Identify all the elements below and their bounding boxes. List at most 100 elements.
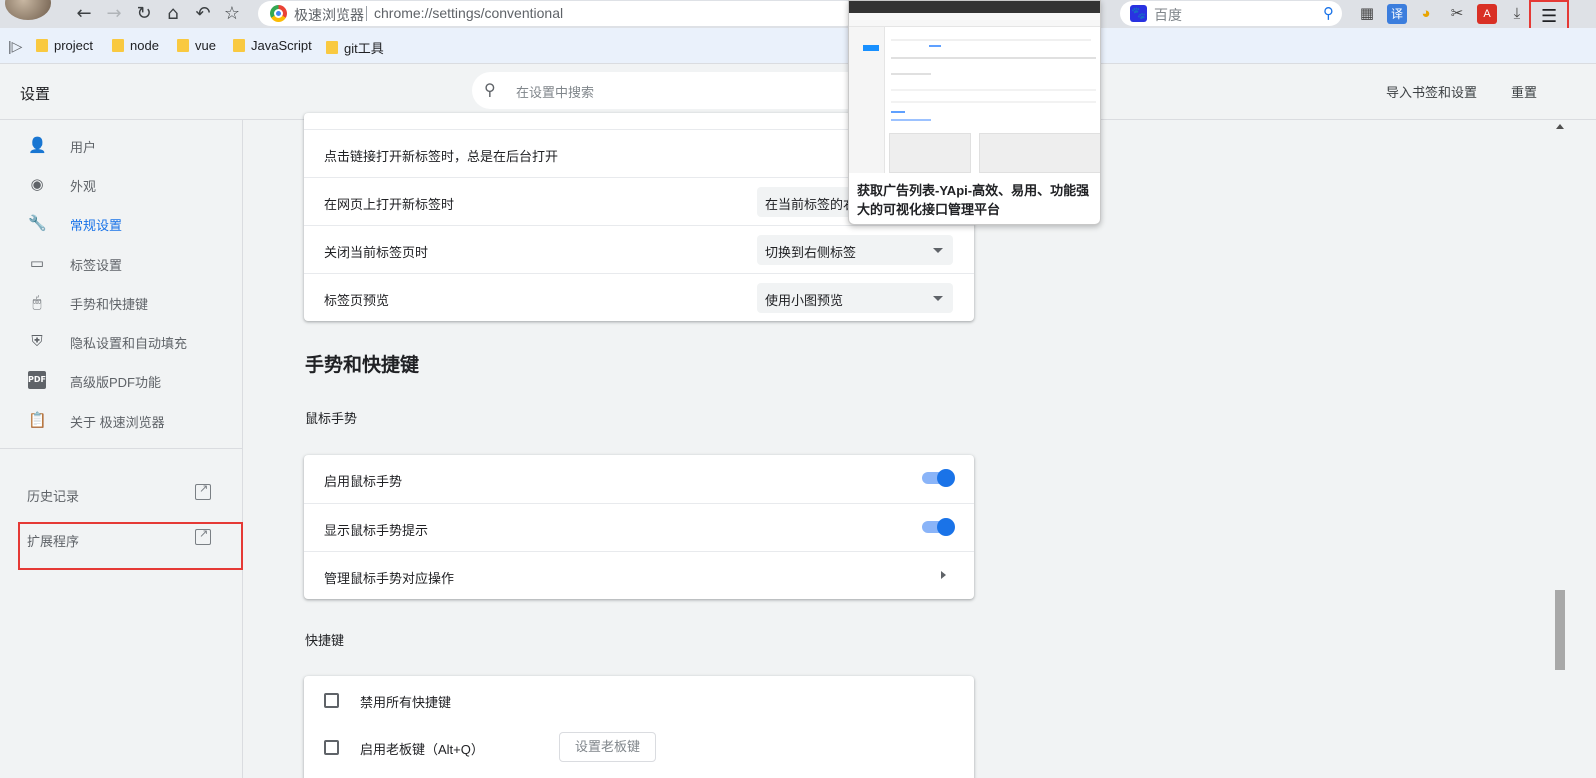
setting-row[interactable]: 管理鼠标手势对应操作 <box>304 551 974 599</box>
subsection-title-shortcuts: 快捷键 <box>305 633 345 648</box>
translate-icon[interactable]: 译 <box>1387 4 1407 24</box>
search-engine-box[interactable]: 🐾 百度 ⚲ <box>1120 1 1342 26</box>
search-icon: ⚲ <box>484 82 496 99</box>
bookmark-folder[interactable]: JavaScript <box>233 38 312 53</box>
back-icon[interactable]: ← <box>73 3 95 25</box>
clipboard-icon: 📋 <box>28 411 47 429</box>
highlight-box <box>18 522 243 570</box>
settings-search-placeholder: 在设置中搜索 <box>516 85 595 100</box>
section-title-gestures: 手势和快捷键 <box>305 355 420 376</box>
browser-toolbar: ← → ↻ ⌂ ↶ ☆ 极速浏览器 chrome://settings/conv… <box>0 0 1596 40</box>
subsection-title-mouse: 鼠标手势 <box>305 411 358 426</box>
pdf-extension-icon[interactable]: A <box>1477 4 1497 24</box>
sidebar-item-tabs[interactable]: ▭ 标签设置 <box>0 244 243 282</box>
download-icon[interactable]: ⤓ <box>1507 4 1527 24</box>
sidebar-item-label: 常规设置 <box>70 218 123 233</box>
scroll-up-arrow-icon[interactable] <box>1556 124 1564 129</box>
boss-key-checkbox[interactable] <box>324 740 339 755</box>
tab-icon: ▭ <box>29 254 45 272</box>
qr-code-icon[interactable]: ▦ <box>1357 4 1377 24</box>
select-value: 切换到右侧标签 <box>765 245 857 260</box>
profile-avatar[interactable] <box>5 0 51 20</box>
bookmark-folder[interactable]: git工具 <box>326 38 384 57</box>
sidebar-item-appearance[interactable]: ◉ 外观 <box>0 165 243 203</box>
bookmark-label: JavaScript <box>251 38 312 53</box>
address-divider <box>366 6 367 21</box>
bookmark-folder[interactable]: project <box>36 38 93 53</box>
sidebar-item-general[interactable]: 🔧 常规设置 <box>0 204 243 242</box>
checkbox-label: 启用老板键（Alt+Q） <box>360 742 484 757</box>
scrollbar-thumb[interactable] <box>1555 590 1565 670</box>
bookmark-star-icon[interactable]: ☆ <box>221 3 243 25</box>
sidebar-item-label: 隐私设置和自动填充 <box>70 336 188 351</box>
folder-icon <box>326 41 338 54</box>
disable-shortcuts-checkbox[interactable] <box>324 693 339 708</box>
sidebar-item-about[interactable]: 📋 关于 极速浏览器 <box>0 401 243 439</box>
chevron-right-icon <box>941 571 946 579</box>
home-icon[interactable]: ⌂ <box>162 3 184 25</box>
bookmark-folder[interactable]: vue <box>177 38 216 53</box>
folder-icon <box>177 39 189 52</box>
chevron-down-icon <box>933 248 943 253</box>
setting-row: 关闭当前标签页时 切换到右侧标签 <box>304 225 974 273</box>
setting-label: 标签页预览 <box>324 293 390 308</box>
sidebar-item-label: 用户 <box>70 140 97 155</box>
bookmarks-bar: |▷ project node vue JavaScript git工具 <box>0 28 1596 64</box>
pdf-icon: PDF <box>28 371 46 389</box>
wrench-icon: 🔧 <box>28 214 47 232</box>
person-icon: 👤 <box>28 136 47 154</box>
undo-close-tab-icon[interactable]: ↶ <box>192 3 214 25</box>
folder-icon <box>112 39 124 52</box>
palette-icon: ◉ <box>30 175 44 193</box>
tab-preview-popup[interactable]: 获取广告列表-YApi-高效、易用、功能强大的可视化接口管理平台 <box>848 0 1101 225</box>
import-bookmarks-link[interactable]: 导入书签和设置 <box>1386 82 1477 101</box>
browser-logo-icon <box>270 5 287 22</box>
setting-row: 启用鼠标手势 <box>304 455 974 503</box>
sidebar-item-label: 高级版PDF功能 <box>70 375 162 390</box>
bookmark-label: node <box>130 38 159 53</box>
set-boss-key-button[interactable]: 设置老板键 <box>559 732 656 762</box>
folder-icon <box>233 39 245 52</box>
page-scrollbar[interactable] <box>1552 120 1568 778</box>
sidebar-item-user[interactable]: 👤 用户 <box>0 126 243 164</box>
address-url[interactable]: chrome://settings/conventional <box>374 5 563 21</box>
shield-icon: ⛨ <box>31 332 43 350</box>
page-title: 设置 <box>20 86 51 103</box>
sidebar-item-pdf[interactable]: PDF 高级版PDF功能 <box>0 361 243 399</box>
show-gesture-hint-toggle[interactable] <box>922 518 955 536</box>
bookmark-folder[interactable]: node <box>112 38 159 53</box>
address-bar[interactable]: 极速浏览器 chrome://settings/conventional <box>258 1 858 26</box>
tab-preview-thumbnail <box>849 1 1100 173</box>
sidebar-item-label: 标签设置 <box>70 258 123 273</box>
setting-row: 标签页预览 使用小图预览 <box>304 273 974 321</box>
screenshot-scissors-icon[interactable]: ✂ <box>1447 4 1467 24</box>
bookmark-label: git工具 <box>344 41 384 56</box>
shortcut-card: 禁用所有快捷键 启用老板键（Alt+Q） 设置老板键 <box>304 676 974 778</box>
history-link[interactable]: 历史记录 <box>27 482 217 506</box>
mouse-gesture-card: 启用鼠标手势 显示鼠标手势提示 管理鼠标手势对应操作 <box>304 455 974 599</box>
folder-icon <box>36 39 48 52</box>
forward-icon[interactable]: → <box>103 3 125 25</box>
bookmark-label: project <box>54 38 94 53</box>
sidebar-item-privacy[interactable]: ⛨ 隐私设置和自动填充 <box>0 322 243 360</box>
open-external-icon <box>195 482 211 500</box>
reload-icon[interactable]: ↻ <box>133 3 155 25</box>
setting-label: 显示鼠标手势提示 <box>324 523 429 538</box>
sidebar-toggle-icon[interactable]: |▷ <box>8 38 22 55</box>
tab-preview-select[interactable]: 使用小图预览 <box>757 283 953 313</box>
sidebar-item-gestures[interactable]: 🖱 手势和快捷键 <box>0 283 243 321</box>
search-engine-placeholder: 百度 <box>1154 7 1182 23</box>
extension-y-icon[interactable]: ◕ <box>1416 4 1436 24</box>
setting-label: 关闭当前标签页时 <box>324 245 429 260</box>
sidebar-item-label: 手势和快捷键 <box>70 297 149 312</box>
reset-link[interactable]: 重置 <box>1511 82 1537 101</box>
setting-label: 在网页上打开新标签时 <box>324 197 455 212</box>
chevron-down-icon <box>933 296 943 301</box>
enable-gesture-toggle[interactable] <box>922 469 955 487</box>
mouse-icon: 🖱 <box>32 293 42 311</box>
close-tab-behavior-select[interactable]: 切换到右侧标签 <box>757 235 953 265</box>
sidebar-item-label: 关于 极速浏览器 <box>70 415 165 430</box>
search-icon[interactable]: ⚲ <box>1323 4 1334 22</box>
checkbox-label: 禁用所有快捷键 <box>360 695 452 710</box>
setting-row: 显示鼠标手势提示 <box>304 503 974 551</box>
